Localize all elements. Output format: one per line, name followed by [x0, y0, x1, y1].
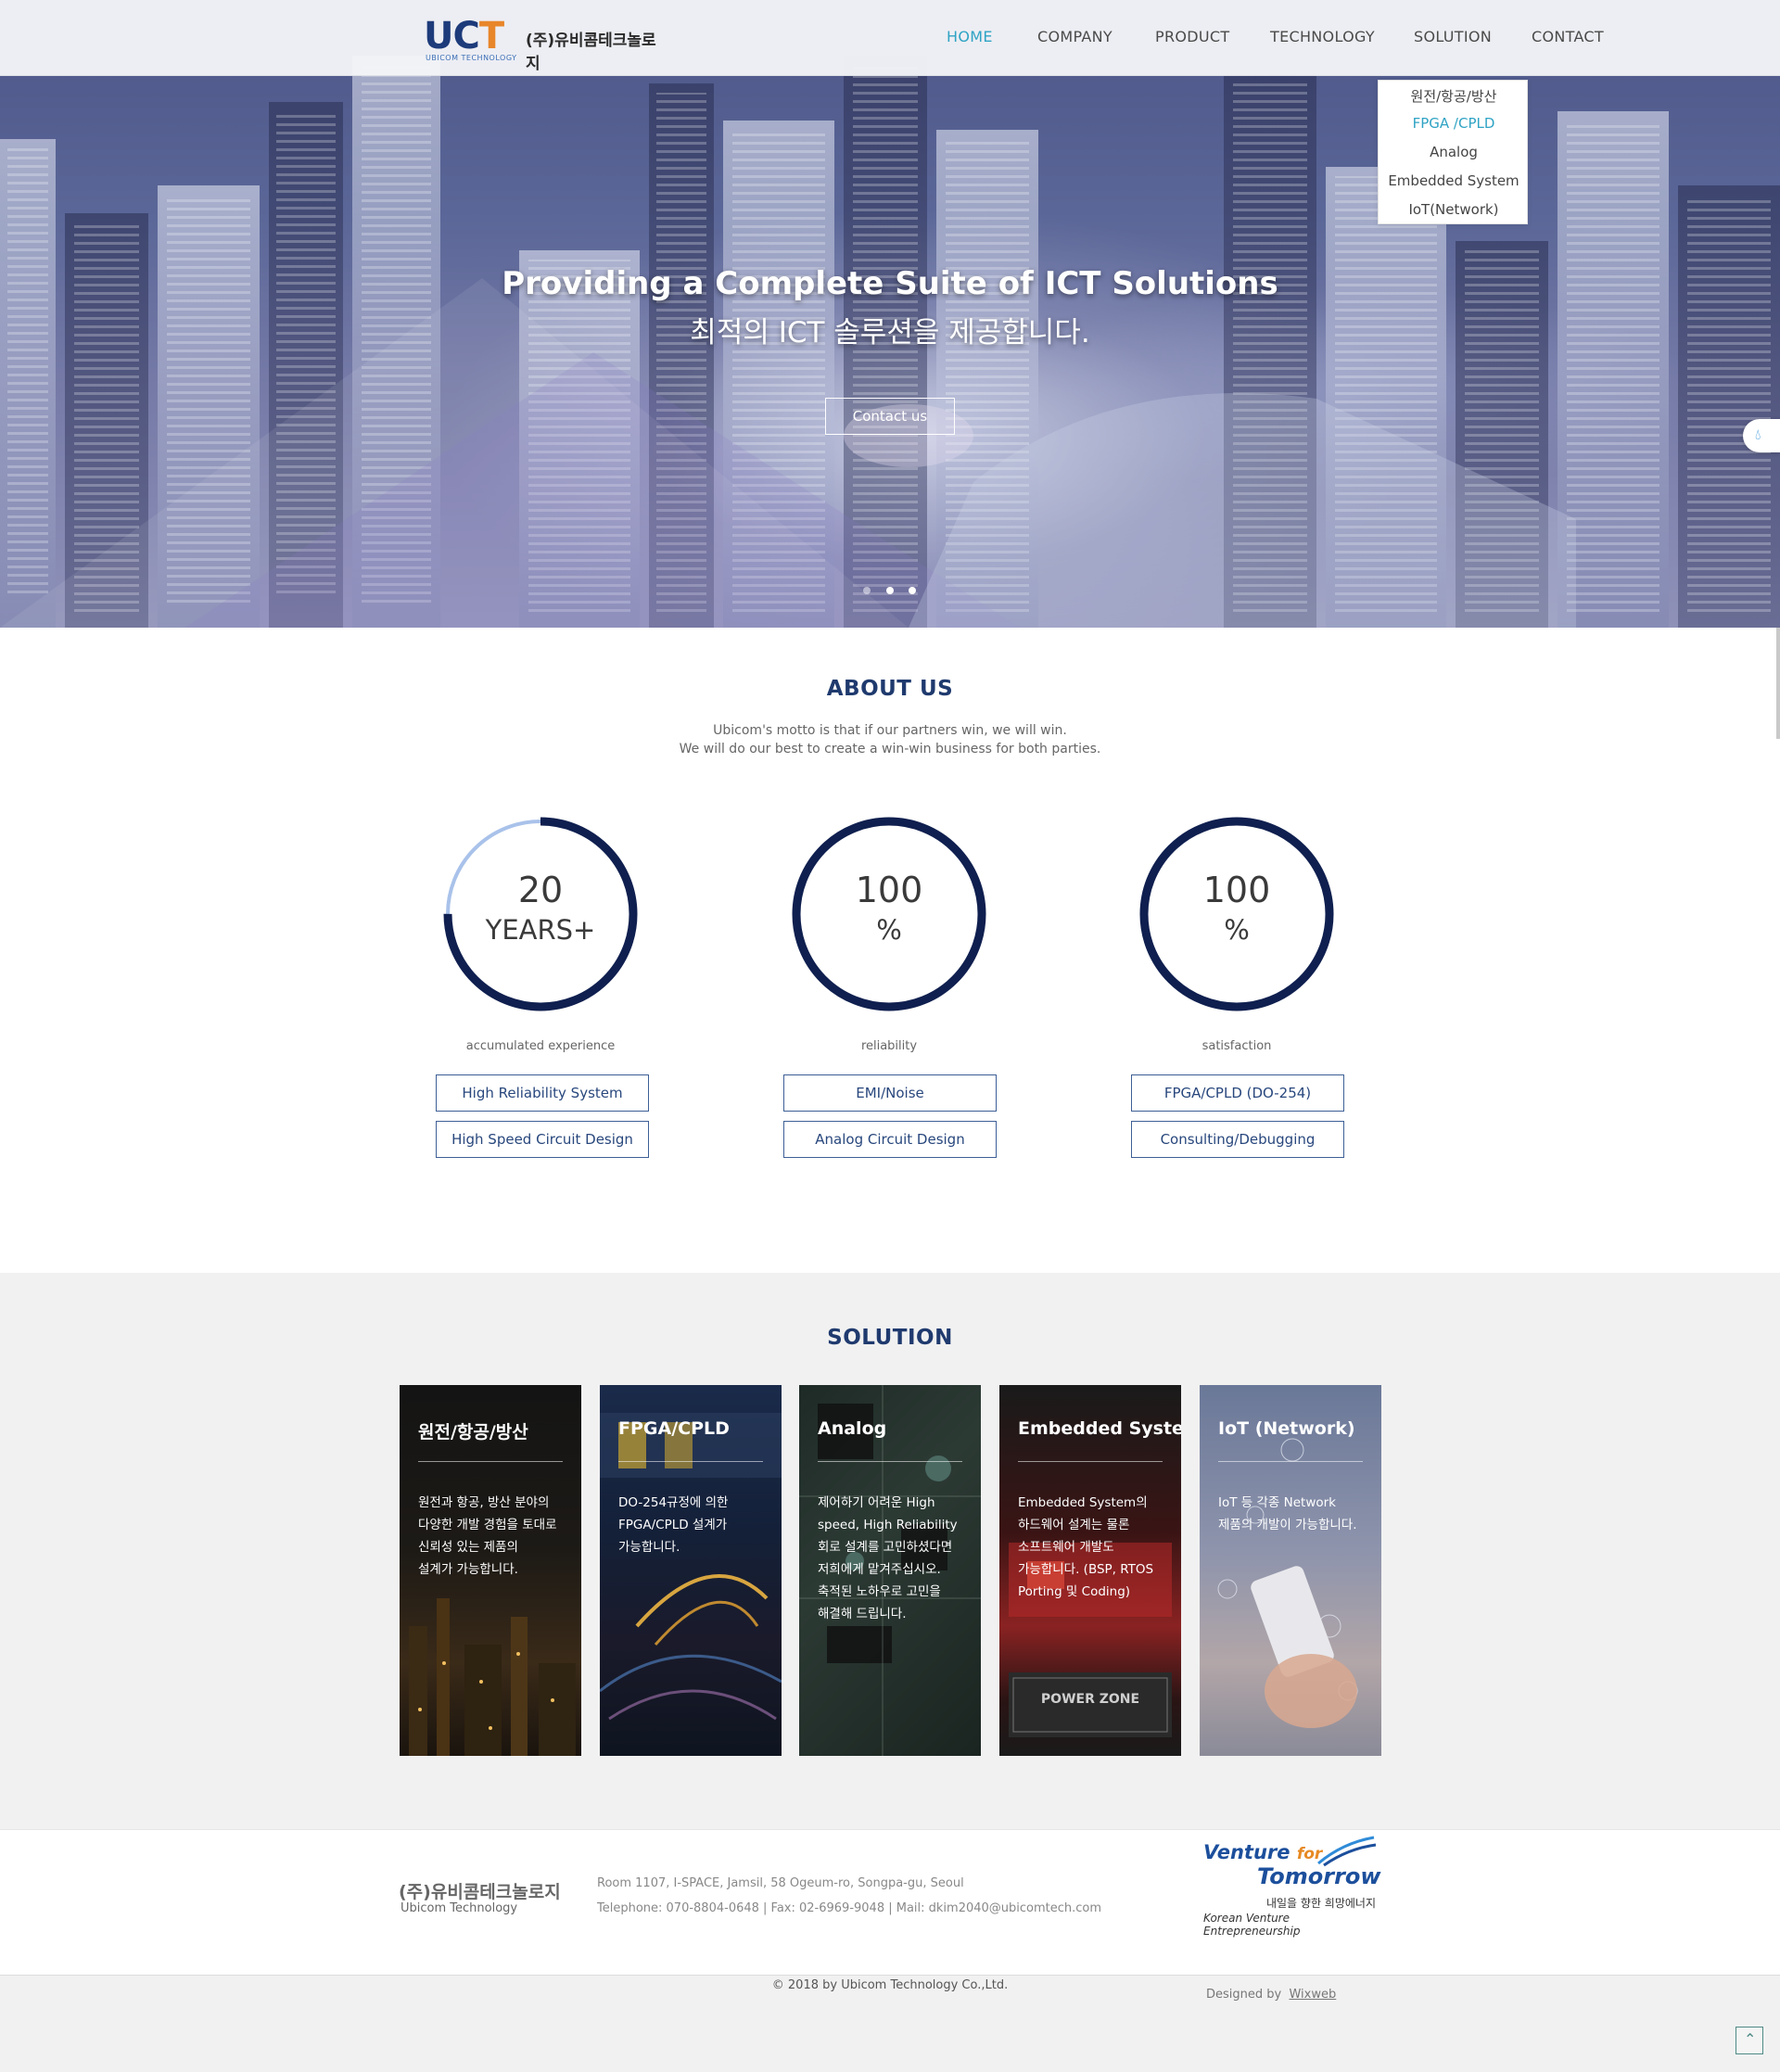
contact-us-button[interactable]: Contact us: [825, 398, 955, 435]
submenu-item-nuclear[interactable]: 원전/항공/방산: [1379, 86, 1529, 106]
power-zone-label: POWER ZONE: [1040, 1692, 1140, 1707]
service-button[interactable]: Analog Circuit Design: [783, 1121, 997, 1158]
stat-unit: %: [1224, 914, 1250, 946]
venture-swoosh-icon: [1317, 1836, 1377, 1867]
card-divider: [1018, 1461, 1163, 1462]
footer-company-name: (주)유비콤테크놀로지: [399, 1882, 561, 1902]
submenu-item-analog[interactable]: Analog: [1379, 144, 1529, 160]
solution-card-embedded[interactable]: POWER ZONE Embedded System Embedded Syst…: [999, 1385, 1181, 1756]
copyright-text: © 2018 by Ubicom Technology Co.,Ltd.: [771, 1978, 1009, 1992]
stat-value: 100: [1202, 870, 1271, 910]
card-title: Embedded System: [1018, 1418, 1181, 1439]
submenu-item-iot[interactable]: IoT(Network): [1379, 201, 1529, 218]
nav-contact[interactable]: CONTACT: [1532, 28, 1604, 45]
chevron-up-icon: ⌃: [1744, 2030, 1757, 2048]
slide-dot-2[interactable]: [886, 587, 894, 594]
slide-dot-1[interactable]: [863, 587, 871, 594]
submenu-item-fpga[interactable]: FPGA /CPLD: [1379, 115, 1529, 132]
venture-for-tomorrow-logo: Venture for Tomorrow 내일을 향한 희망에너지 Korean…: [1203, 1834, 1381, 1938]
card-description: 원전과 항공, 방산 분야의 다양한 개발 경험을 토대로 신뢰성 있는 제품의 설계…: [418, 1495, 557, 1577]
smartphone-illustration: [1217, 1438, 1358, 1728]
submenu-item-embedded[interactable]: Embedded System: [1379, 172, 1529, 189]
about-title: ABOUT US: [826, 677, 954, 701]
nav-solution[interactable]: SOLUTION: [1414, 28, 1492, 45]
solution-card-iot[interactable]: IoT (Network) IoT 등 각종 Network 제품의 개발이 가능…: [1200, 1385, 1381, 1756]
site-header: UCT UBICOM TECHNOLOGY (주)유비콤테크놀로지 HOME C…: [0, 0, 1780, 76]
card-divider: [418, 1461, 563, 1462]
card-title: IoT (Network): [1218, 1418, 1355, 1439]
designer-link[interactable]: Wixweb: [1289, 1988, 1336, 2002]
stat-value: 100: [855, 870, 923, 910]
solution-card-analog[interactable]: Analog 제어하기 어려운 High speed, High Reliabil…: [799, 1385, 981, 1756]
stat-unit: YEARS+: [485, 914, 596, 946]
card-title: 원전/항공/방산: [418, 1422, 528, 1443]
card-divider: [1218, 1461, 1363, 1462]
footer-address: Room 1107, I-SPACE, Jamsil, 58 Ogeum-ro,…: [597, 1876, 964, 1890]
service-button[interactable]: EMI/Noise: [783, 1074, 997, 1112]
stat-unit: %: [876, 914, 902, 946]
solution-card-nuclear[interactable]: 원전/항공/방산 원전과 항공, 방산 분야의 다양한 개발 경험을 토대로 신뢰성…: [400, 1385, 581, 1756]
card-title: Analog: [818, 1418, 887, 1439]
nav-company[interactable]: COMPANY: [1037, 28, 1112, 45]
card-description: IoT 등 각종 Network 제품의 개발이 가능합니다.: [1218, 1495, 1357, 1532]
about-description: We will do our best to create a win-win …: [679, 742, 1101, 756]
side-floating-widget[interactable]: 💧︎: [1743, 419, 1780, 452]
service-button[interactable]: FPGA/CPLD (DO-254): [1131, 1074, 1344, 1112]
solution-dropdown: 원전/항공/방산 FPGA /CPLD Analog Embedded Syst…: [1378, 80, 1528, 224]
service-button[interactable]: Consulting/Debugging: [1131, 1121, 1344, 1158]
solution-card-fpga[interactable]: FPGA/CPLD DO-254규정에 의한 FPGA/CPLD 설계가 가능합니다…: [600, 1385, 782, 1756]
footer-company-en: Ubicom Technology: [400, 1901, 518, 1915]
slide-dot-3[interactable]: [909, 587, 916, 594]
cables-illustration: [600, 1413, 782, 1721]
card-description: Embedded System의 하드웨어 설계는 물론 소프트웨어 개발도 가능합니…: [1018, 1495, 1154, 1599]
hero-title: Providing a Complete Suite of ICT Soluti…: [502, 265, 1278, 302]
card-divider: [818, 1461, 962, 1462]
card-divider: [618, 1461, 763, 1462]
stat-caption: accumulated experience: [465, 1039, 616, 1053]
nav-product[interactable]: PRODUCT: [1155, 28, 1229, 45]
nav-technology[interactable]: TECHNOLOGY: [1270, 28, 1375, 45]
back-to-top-button[interactable]: ⌃: [1736, 2027, 1763, 2054]
droplet-icon: 💧︎: [1755, 426, 1761, 443]
nav-home[interactable]: HOME: [947, 28, 993, 45]
about-motto: Ubicom's motto is that if our partners w…: [713, 723, 1067, 738]
footer-contact: Telephone: 070-8804-0648 | Fax: 02-6969-…: [597, 1901, 1102, 1915]
card-description: DO-254규정에 의한 FPGA/CPLD 설계가 가능합니다.: [618, 1495, 729, 1555]
stat-caption: reliability: [860, 1039, 918, 1053]
hero-subtitle: 최적의 ICT 솔루션을 제공합니다.: [690, 316, 1090, 350]
stat-caption: satisfaction: [1202, 1039, 1272, 1053]
main-nav: HOME COMPANY PRODUCT TECHNOLOGY SOLUTION…: [0, 0, 1780, 76]
solution-title: SOLUTION: [827, 1326, 953, 1350]
card-title: FPGA/CPLD: [618, 1418, 730, 1439]
designed-by: Designed by Wixweb: [1206, 1988, 1337, 2002]
stat-value: 20: [517, 870, 564, 910]
service-button[interactable]: High Speed Circuit Design: [436, 1121, 649, 1158]
card-description: 제어하기 어려운 High speed, High Reliability 회로 설…: [818, 1495, 958, 1621]
service-button[interactable]: High Reliability System: [436, 1074, 649, 1112]
